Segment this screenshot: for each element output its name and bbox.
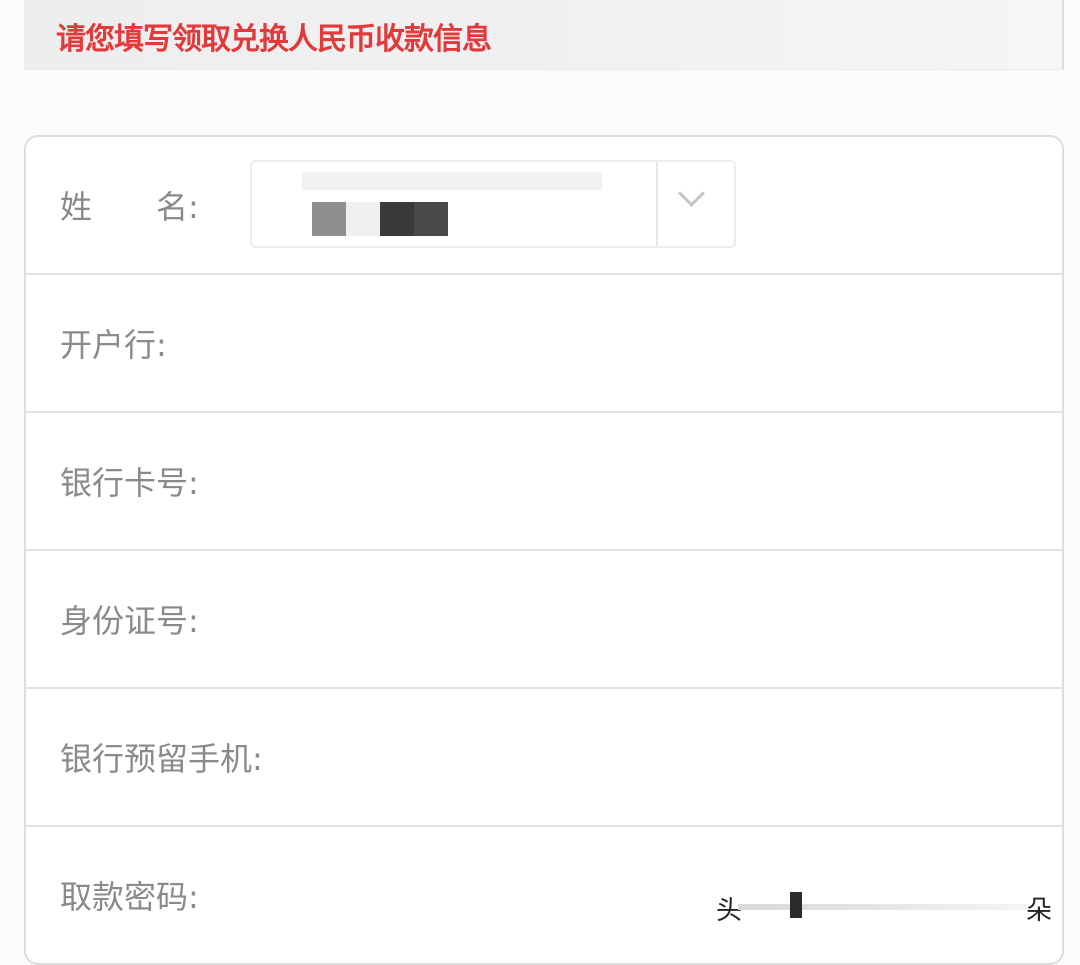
watermark: 头 朵 bbox=[716, 888, 1066, 928]
watermark-line bbox=[738, 904, 1028, 910]
blurred-placeholder bbox=[302, 172, 602, 190]
bank-label: 开户行: bbox=[60, 326, 167, 364]
pixelated-redacted-value bbox=[312, 202, 448, 238]
payment-info-form: 姓 名: 开户行: 银行卡号: 身份证号: 银行预留手机: 取款密码: bbox=[24, 135, 1064, 965]
form-row-phone[interactable]: 银行预留手机: bbox=[26, 689, 1062, 827]
id-number-label: 身份证号: bbox=[60, 602, 199, 640]
card-number-label: 银行卡号: bbox=[60, 464, 199, 502]
phone-label: 银行预留手机: bbox=[60, 740, 263, 778]
banner-title: 请您填写领取兑换人民币收款信息 bbox=[56, 22, 492, 57]
bank-select[interactable] bbox=[250, 160, 736, 248]
withdraw-password-label: 取款密码: bbox=[60, 878, 199, 916]
instruction-banner: 请您填写领取兑换人民币收款信息 bbox=[24, 0, 1064, 70]
form-row-id-number[interactable]: 身份证号: bbox=[26, 551, 1062, 689]
chevron-down-icon bbox=[678, 180, 705, 207]
watermark-right-text: 朵 bbox=[1025, 896, 1052, 926]
name-label: 姓 名: bbox=[60, 188, 199, 226]
watermark-mark bbox=[790, 892, 802, 918]
form-row-bank: 开户行: bbox=[26, 275, 1062, 413]
select-arrow-button[interactable] bbox=[656, 162, 734, 246]
form-row-card-number[interactable]: 银行卡号: bbox=[26, 413, 1062, 551]
